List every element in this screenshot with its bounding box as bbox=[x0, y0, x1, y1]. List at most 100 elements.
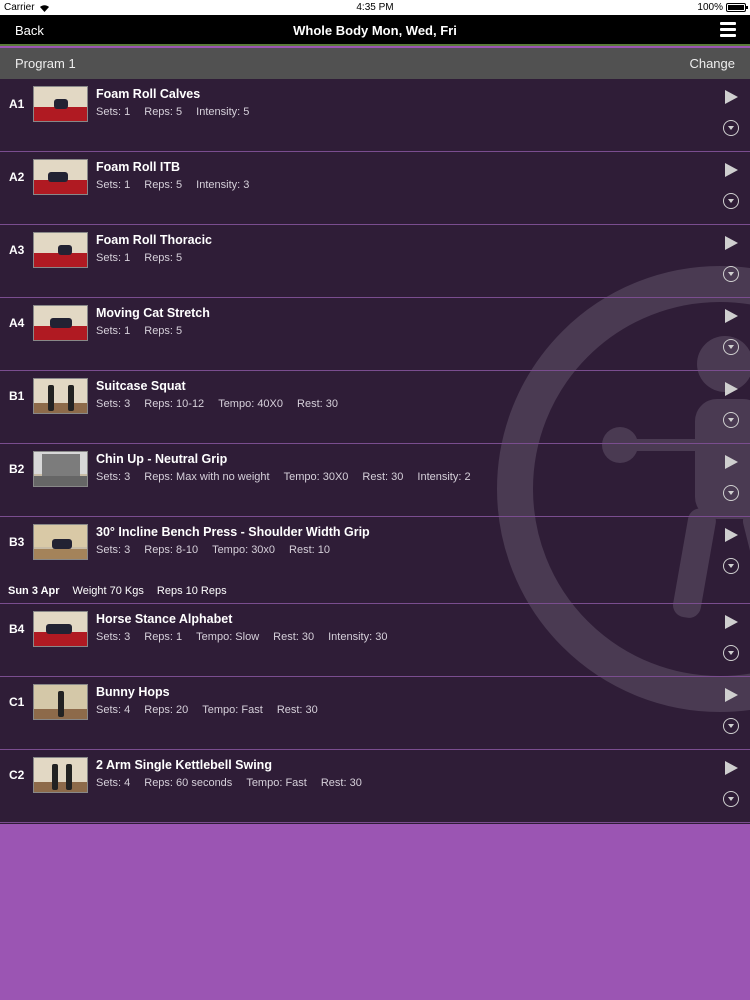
exercise-name: Moving Cat Stretch bbox=[96, 306, 210, 320]
chevron-down-icon[interactable] bbox=[723, 485, 739, 501]
exercise-code: A2 bbox=[9, 170, 25, 184]
battery-percent: 100% bbox=[697, 2, 723, 13]
clock: 4:35 PM bbox=[356, 2, 394, 13]
exercise-row[interactable]: A4 Moving Cat Stretch Sets: 1 Reps: 5 bbox=[0, 298, 750, 371]
exercise-reps: Reps: 10-12 bbox=[144, 398, 205, 410]
chevron-down-icon[interactable] bbox=[723, 791, 739, 807]
exercise-thumbnail[interactable] bbox=[33, 684, 88, 720]
exercise-code: B2 bbox=[9, 462, 25, 476]
exercise-row[interactable]: B1 Suitcase Squat Sets: 3 Reps: 10-12 Temp… bbox=[0, 371, 750, 444]
exercise-sets: Sets: 4 bbox=[96, 704, 131, 716]
exercise-intensity: Intensity: 30 bbox=[328, 631, 388, 643]
exercise-code: C1 bbox=[9, 695, 25, 709]
play-icon[interactable] bbox=[725, 528, 738, 542]
chevron-down-icon[interactable] bbox=[723, 558, 739, 574]
play-icon[interactable] bbox=[725, 382, 738, 396]
exercise-row[interactable]: A3 Foam Roll Thoracic Sets: 1 Reps: 5 bbox=[0, 225, 750, 298]
exercise-thumbnail[interactable] bbox=[33, 451, 88, 487]
status-bar: Carrier 4:35 PM 100% bbox=[0, 0, 750, 15]
play-icon[interactable] bbox=[725, 615, 738, 629]
exercise-name: Suitcase Squat bbox=[96, 379, 186, 393]
exercise-reps: Reps: 20 bbox=[144, 704, 189, 716]
exercise-thumbnail[interactable] bbox=[33, 86, 88, 122]
chevron-down-icon[interactable] bbox=[723, 120, 739, 136]
chevron-down-icon[interactable] bbox=[723, 718, 739, 734]
exercise-row[interactable]: A2 Foam Roll ITB Sets: 1 Reps: 5 Intensity… bbox=[0, 152, 750, 225]
exercise-rest: Rest: 30 bbox=[362, 471, 404, 483]
exercise-details: Sets: 1 Reps: 5 Intensity: 3 bbox=[96, 179, 263, 191]
exercise-intensity: Intensity: 3 bbox=[196, 179, 250, 191]
exercise-row[interactable]: A1 Foam Roll Calves Sets: 1 Reps: 5 Intens… bbox=[0, 79, 750, 152]
hamburger-menu-icon[interactable] bbox=[720, 22, 736, 38]
program-bar: Program 1 Change bbox=[0, 48, 750, 79]
play-icon[interactable] bbox=[725, 688, 738, 702]
exercise-sets: Sets: 3 bbox=[96, 398, 131, 410]
exercise-name: 2 Arm Single Kettlebell Swing bbox=[96, 758, 272, 772]
chevron-down-icon[interactable] bbox=[723, 645, 739, 661]
exercise-thumbnail[interactable] bbox=[33, 757, 88, 793]
chevron-down-icon[interactable] bbox=[723, 412, 739, 428]
exercise-rest: Rest: 30 bbox=[320, 777, 362, 789]
exercise-reps: Reps: 8-10 bbox=[144, 544, 199, 556]
exercise-row[interactable]: B4 Horse Stance Alphabet Sets: 3 Reps: 1 T… bbox=[0, 604, 750, 677]
exercise-rest: Rest: 30 bbox=[273, 631, 315, 643]
exercise-name: Foam Roll ITB bbox=[96, 160, 181, 174]
exercise-reps: Reps: 5 bbox=[144, 106, 183, 118]
exercise-rest: Rest: 10 bbox=[289, 544, 331, 556]
exercise-reps: Reps: Max with no weight bbox=[144, 471, 270, 483]
exercise-code: A1 bbox=[9, 97, 25, 111]
exercise-details: Sets: 4 Reps: 60 seconds Tempo: Fast Rest: … bbox=[96, 777, 376, 789]
exercise-row[interactable]: C1 Bunny Hops Sets: 4 Reps: 20 Tempo: Fast… bbox=[0, 677, 750, 750]
exercise-tempo: Tempo: 40X0 bbox=[218, 398, 284, 410]
exercise-rest: Rest: 30 bbox=[276, 704, 318, 716]
change-program-button[interactable]: Change bbox=[689, 56, 735, 71]
page-title: Whole Body Mon, Wed, Fri bbox=[293, 23, 457, 38]
chevron-down-icon[interactable] bbox=[723, 193, 739, 209]
exercise-list: A1 Foam Roll Calves Sets: 1 Reps: 5 Intens… bbox=[0, 79, 750, 824]
play-icon[interactable] bbox=[725, 236, 738, 250]
exercise-name: Chin Up - Neutral Grip bbox=[96, 452, 228, 466]
exercise-thumbnail[interactable] bbox=[33, 305, 88, 341]
exercise-code: A3 bbox=[9, 243, 25, 257]
exercise-thumbnail[interactable] bbox=[33, 378, 88, 414]
exercise-reps: Reps: 5 bbox=[144, 252, 183, 264]
exercise-thumbnail[interactable] bbox=[33, 159, 88, 195]
exercise-row[interactable]: B2 Chin Up - Neutral Grip Sets: 3 Reps: M… bbox=[0, 444, 750, 517]
exercise-row[interactable]: C2 2 Arm Single Kettlebell Swing Sets: 4… bbox=[0, 750, 750, 823]
exercise-thumbnail[interactable] bbox=[33, 611, 88, 647]
exercise-code: B1 bbox=[9, 389, 25, 403]
exercise-tempo: Tempo: 30X0 bbox=[283, 471, 349, 483]
play-icon[interactable] bbox=[725, 163, 738, 177]
history-reps: Reps 10 Reps bbox=[156, 585, 227, 597]
exercise-sets: Sets: 4 bbox=[96, 777, 131, 789]
exercise-reps: Reps: 5 bbox=[144, 325, 183, 337]
play-icon[interactable] bbox=[725, 761, 738, 775]
exercise-sets: Sets: 3 bbox=[96, 471, 131, 483]
exercise-code: B4 bbox=[9, 622, 25, 636]
exercise-thumbnail[interactable] bbox=[33, 232, 88, 268]
chevron-down-icon[interactable] bbox=[723, 339, 739, 355]
exercise-row[interactable]: B3 30° Incline Bench Press - Shoulder Wi… bbox=[0, 517, 750, 604]
program-label: Program 1 bbox=[15, 56, 76, 71]
exercise-name: 30° Incline Bench Press - Shoulder Width… bbox=[96, 525, 370, 539]
play-icon[interactable] bbox=[725, 455, 738, 469]
exercise-code: C2 bbox=[9, 768, 25, 782]
play-icon[interactable] bbox=[725, 309, 738, 323]
exercise-name: Foam Roll Thoracic bbox=[96, 233, 212, 247]
exercise-thumbnail[interactable] bbox=[33, 524, 88, 560]
exercise-sets: Sets: 1 bbox=[96, 325, 131, 337]
exercise-reps: Reps: 60 seconds bbox=[144, 777, 233, 789]
exercise-details: Sets: 3 Reps: 8-10 Tempo: 30x0 Rest: 10 bbox=[96, 544, 344, 556]
exercise-history: Sun 3 Apr Weight 70 Kgs Reps 10 Reps bbox=[8, 585, 240, 597]
chevron-down-icon[interactable] bbox=[723, 266, 739, 282]
exercise-name: Bunny Hops bbox=[96, 685, 170, 699]
exercise-details: Sets: 1 Reps: 5 bbox=[96, 325, 196, 337]
exercise-tempo: Tempo: Fast bbox=[202, 704, 263, 716]
battery-icon bbox=[726, 3, 748, 12]
play-icon[interactable] bbox=[725, 90, 738, 104]
exercise-sets: Sets: 1 bbox=[96, 179, 131, 191]
history-date: Sun 3 Apr bbox=[8, 585, 60, 597]
exercise-intensity: Intensity: 5 bbox=[196, 106, 250, 118]
exercise-details: Sets: 1 Reps: 5 Intensity: 5 bbox=[96, 106, 263, 118]
exercise-reps: Reps: 1 bbox=[144, 631, 183, 643]
